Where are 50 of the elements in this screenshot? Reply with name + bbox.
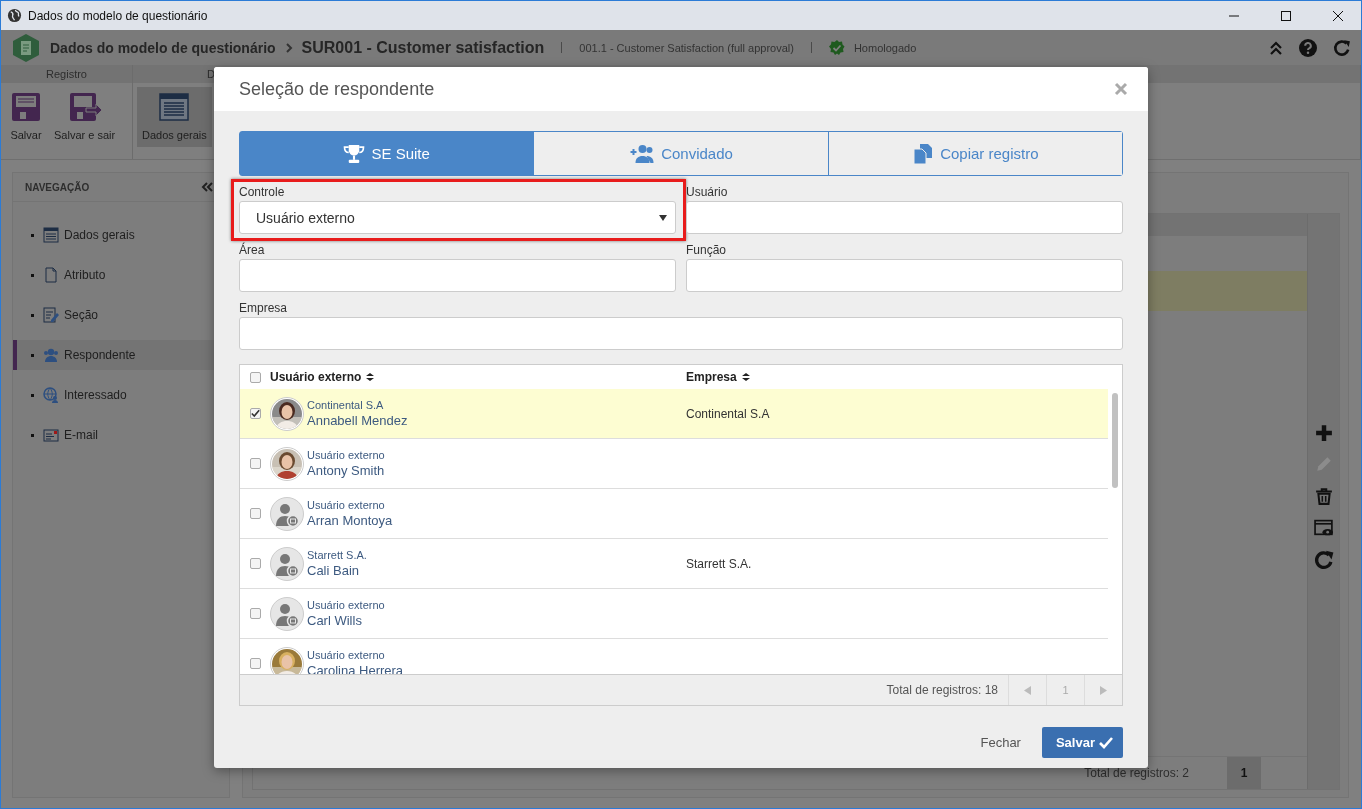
user-type-label: Starrett S.A. xyxy=(307,549,367,561)
tab[interactable]: SE Suite xyxy=(240,132,534,175)
dropdown-field[interactable]: Usuário externo xyxy=(239,201,676,234)
record-count: Total de registros: 18 xyxy=(886,683,998,697)
record-count: Total de registros: 2 xyxy=(1084,766,1189,780)
tab[interactable]: Copiar registro xyxy=(827,132,1122,175)
user-name: Cali Bain xyxy=(307,563,361,578)
user-type-label: Usuário externo xyxy=(307,649,386,661)
user-name: Carl Wills xyxy=(307,613,363,628)
table-row[interactable]: Usuário externo Carl Wills xyxy=(240,589,1108,639)
column-header[interactable]: Usuário externo xyxy=(270,370,362,384)
column-header[interactable]: Empresa xyxy=(686,370,737,384)
user-type-label: Usuário externo xyxy=(307,599,385,611)
user-type-label: Usuário externo xyxy=(307,499,386,511)
table-cell: Continental S.A xyxy=(686,406,770,421)
nav-item[interactable]: Interessado xyxy=(13,380,229,410)
field-label: Controle xyxy=(239,185,286,199)
user-name: Annabell Mendez xyxy=(307,413,408,428)
panel-title: NAVEGAÇÃO xyxy=(25,181,90,193)
user-name: Arran Montoya xyxy=(307,513,393,528)
user-type-label: Usuário externo xyxy=(307,449,385,461)
user-type-label: Continental S.A xyxy=(307,399,385,411)
ribbon-button[interactable]: Salvar xyxy=(5,87,47,147)
ribbon-button[interactable]: Salvar e sair xyxy=(49,87,121,147)
user-name: Antony Smith xyxy=(307,463,385,478)
record-title: SUR001 - Customer satisfaction xyxy=(301,38,545,57)
table-row[interactable]: Usuário externo Arran Montoya xyxy=(240,489,1108,539)
table-row[interactable]: Usuário externo Antony Smith xyxy=(240,439,1108,489)
status-label: Homologado xyxy=(853,41,917,54)
window-title: Dados do modelo de questionário xyxy=(28,8,209,23)
field-label: Área xyxy=(239,243,266,257)
ribbon-button[interactable]: Dados gerais xyxy=(137,87,212,147)
breadcrumb-link[interactable]: Dados do modelo de questionário xyxy=(50,39,276,56)
table-row[interactable]: Continental S.A Annabell Mendez Continental S.A xyxy=(240,389,1108,439)
group-label: Registro xyxy=(46,68,87,80)
nav-item[interactable]: Dados gerais xyxy=(13,220,229,250)
field-label: Função xyxy=(686,243,728,257)
dialog-title: Seleção de respondente xyxy=(239,78,436,100)
table-row[interactable]: Starrett S.A. Cali Bain Starrett S.A. xyxy=(240,539,1108,589)
revision-label: 001.1 - Customer Satisfaction (full approval) xyxy=(579,41,794,54)
group-label: D xyxy=(207,68,215,80)
field-label: Usuário xyxy=(686,185,729,199)
nav-item[interactable]: E-mail xyxy=(13,420,229,450)
close-link[interactable]: Fechar xyxy=(980,727,1021,758)
page-button[interactable]: 1 xyxy=(1227,757,1261,789)
field-label: Empresa xyxy=(239,301,289,315)
nav-item[interactable]: Seção xyxy=(13,300,229,330)
nav-item[interactable]: Atributo xyxy=(13,260,229,290)
table-cell: Starrett S.A. xyxy=(686,556,752,571)
save-button[interactable]: Salvar xyxy=(1041,727,1123,758)
